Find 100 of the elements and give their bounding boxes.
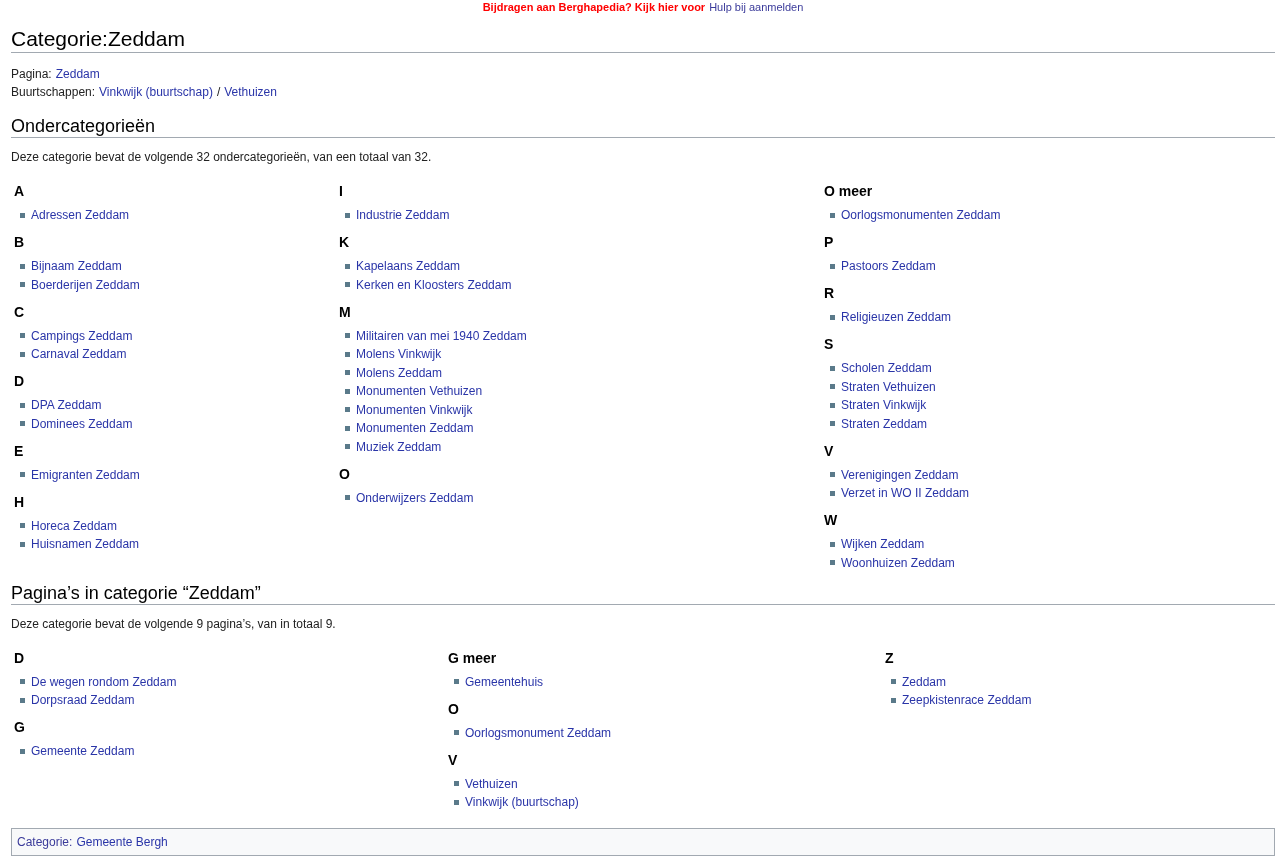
bullet-icon [20,679,25,685]
page-link[interactable]: Vethuizen [224,83,277,101]
bullet-icon [830,490,835,496]
bullet-icon [20,421,25,427]
bullet-icon [830,541,835,547]
bullet-icon [345,351,350,357]
category-link[interactable]: DPA Zeddam [31,396,102,415]
bullet-icon [20,748,25,754]
category-link[interactable]: Kerken en Kloosters Zeddam [356,275,512,294]
bullet-icon [830,402,835,408]
category-link[interactable]: Scholen Zeddam [841,359,932,378]
section-heading: Pagina’s in categorie “Zeddam” [11,581,1275,605]
category-link[interactable]: Campings Zeddam [31,326,133,345]
category-link[interactable]: Gemeentehuis [465,672,544,691]
bullet-icon [345,388,350,394]
letter-heading: D [14,648,26,667]
bullet-icon [345,212,350,218]
bullet-icon [345,425,350,431]
category-link[interactable]: Dominees Zeddam [31,414,133,433]
category-link[interactable]: Zeepkistenrace Zeddam [902,691,1032,710]
bullet-icon [830,421,835,427]
category-link[interactable]: Bijnaam Zeddam [31,257,122,276]
category-link[interactable]: Militairen van mei 1940 Zeddam [356,326,527,345]
letter-heading: B [14,233,26,251]
category-link[interactable]: Molens Zeddam [356,363,443,382]
category-link[interactable]: Huisnamen Zeddam [31,535,140,554]
bullet-icon [20,282,25,288]
letter-heading: V [824,441,835,460]
category-link[interactable]: Straten Zeddam [841,414,928,433]
bullet-icon [345,495,350,501]
footer-label: Categorie: [17,834,73,850]
category-link[interactable]: Boerderijen Zeddam [31,275,140,294]
letter-heading: S [824,335,835,353]
category-link[interactable]: Straten Vinkwijk [841,396,927,415]
bullet-icon [345,407,350,413]
category-link[interactable]: Kapelaans Zeddam [356,257,461,276]
category-link[interactable]: Wijken Zeddam [841,535,925,554]
letter-heading: I [339,182,344,200]
letter-heading: M [339,302,352,321]
bullet-icon [830,560,835,566]
info-label: Pagina: [11,66,52,83]
category-link[interactable]: Gemeente Zeddam [31,742,135,761]
category-link[interactable]: Carnaval Zeddam [31,345,127,364]
bullet-icon [345,444,350,450]
category-link[interactable]: Dorpsraad Zeddam [31,691,135,710]
bullet-icon [454,781,459,787]
category-link[interactable]: Onderwijzers Zeddam [356,488,474,507]
bullet-icon [830,263,835,269]
category-link[interactable]: Monumenten Vinkwijk [356,400,473,419]
letter-heading: D [14,372,26,390]
bullet-icon [20,351,25,357]
bullet-icon [20,541,25,547]
section-heading: Ondercategorieën [11,115,1275,138]
letter-heading: G [14,718,26,736]
category-link[interactable]: Vethuizen [465,774,518,793]
category-link[interactable]: Muziek Zeddam [356,437,442,456]
bullet-icon [891,679,896,685]
banner-text: Bijdragen aan Berghapedia? Kijk hier voor [482,1,706,13]
bullet-icon [454,799,459,805]
letter-heading: E [14,441,25,460]
category-link[interactable]: Woonhuizen Zeddam [841,553,955,572]
category-link[interactable]: Emigranten Zeddam [31,465,140,484]
category-link[interactable]: Horeca Zeddam [31,516,118,535]
bullet-icon [20,472,25,478]
category-link[interactable]: Industrie Zeddam [356,206,450,225]
letter-heading: O [448,699,460,718]
bullet-icon [20,402,25,408]
bullet-icon [891,697,896,703]
help-link[interactable]: Hulp bij aanmelden [709,1,804,13]
bullet-icon [20,212,25,218]
category-link[interactable]: Verenigingen Zeddam [841,465,959,484]
category-link[interactable]: Vinkwijk (buurtschap) [465,793,579,812]
category-link[interactable]: Gemeente Bergh [76,834,168,850]
letter-heading: C [14,302,26,321]
page-link[interactable]: Zeddam [55,65,100,83]
bullet-icon [454,679,459,685]
category-link[interactable]: Monumenten Zeddam [356,419,474,438]
separator: / [216,84,221,101]
letter-heading: K [339,233,351,251]
letter-heading: O meer [824,182,874,200]
letter-heading: G meer [448,648,498,667]
category-link[interactable]: Adressen Zeddam [31,206,130,225]
category-link[interactable]: Oorlogsmonument Zeddam [465,723,612,742]
page-link[interactable]: Vinkwijk (buurtschap) [99,83,213,101]
bullet-icon [345,282,350,288]
category-link[interactable]: Pastoors Zeddam [841,257,936,276]
bullet-icon [830,384,835,390]
category-link[interactable]: Religieuzen Zeddam [841,308,952,327]
category-link[interactable]: De wegen rondom Zeddam [31,672,177,691]
letter-heading: V [448,750,459,769]
category-link[interactable]: Verzet in WO II Zeddam [841,484,970,503]
page-title: Categorie:Zeddam [11,26,1275,53]
section-description: Deze categorie bevat de volgende 9 pagina’s, van in totaal 9. [11,615,337,633]
category-link[interactable]: Oorlogsmonumenten Zeddam [841,206,1001,225]
category-link[interactable]: Molens Vinkwijk [356,345,442,364]
bullet-icon [830,472,835,478]
category-link[interactable]: Straten Vethuizen [841,377,936,396]
letter-heading: P [824,233,835,251]
category-link[interactable]: Zeddam [902,672,947,691]
category-link[interactable]: Monumenten Vethuizen [356,382,483,401]
